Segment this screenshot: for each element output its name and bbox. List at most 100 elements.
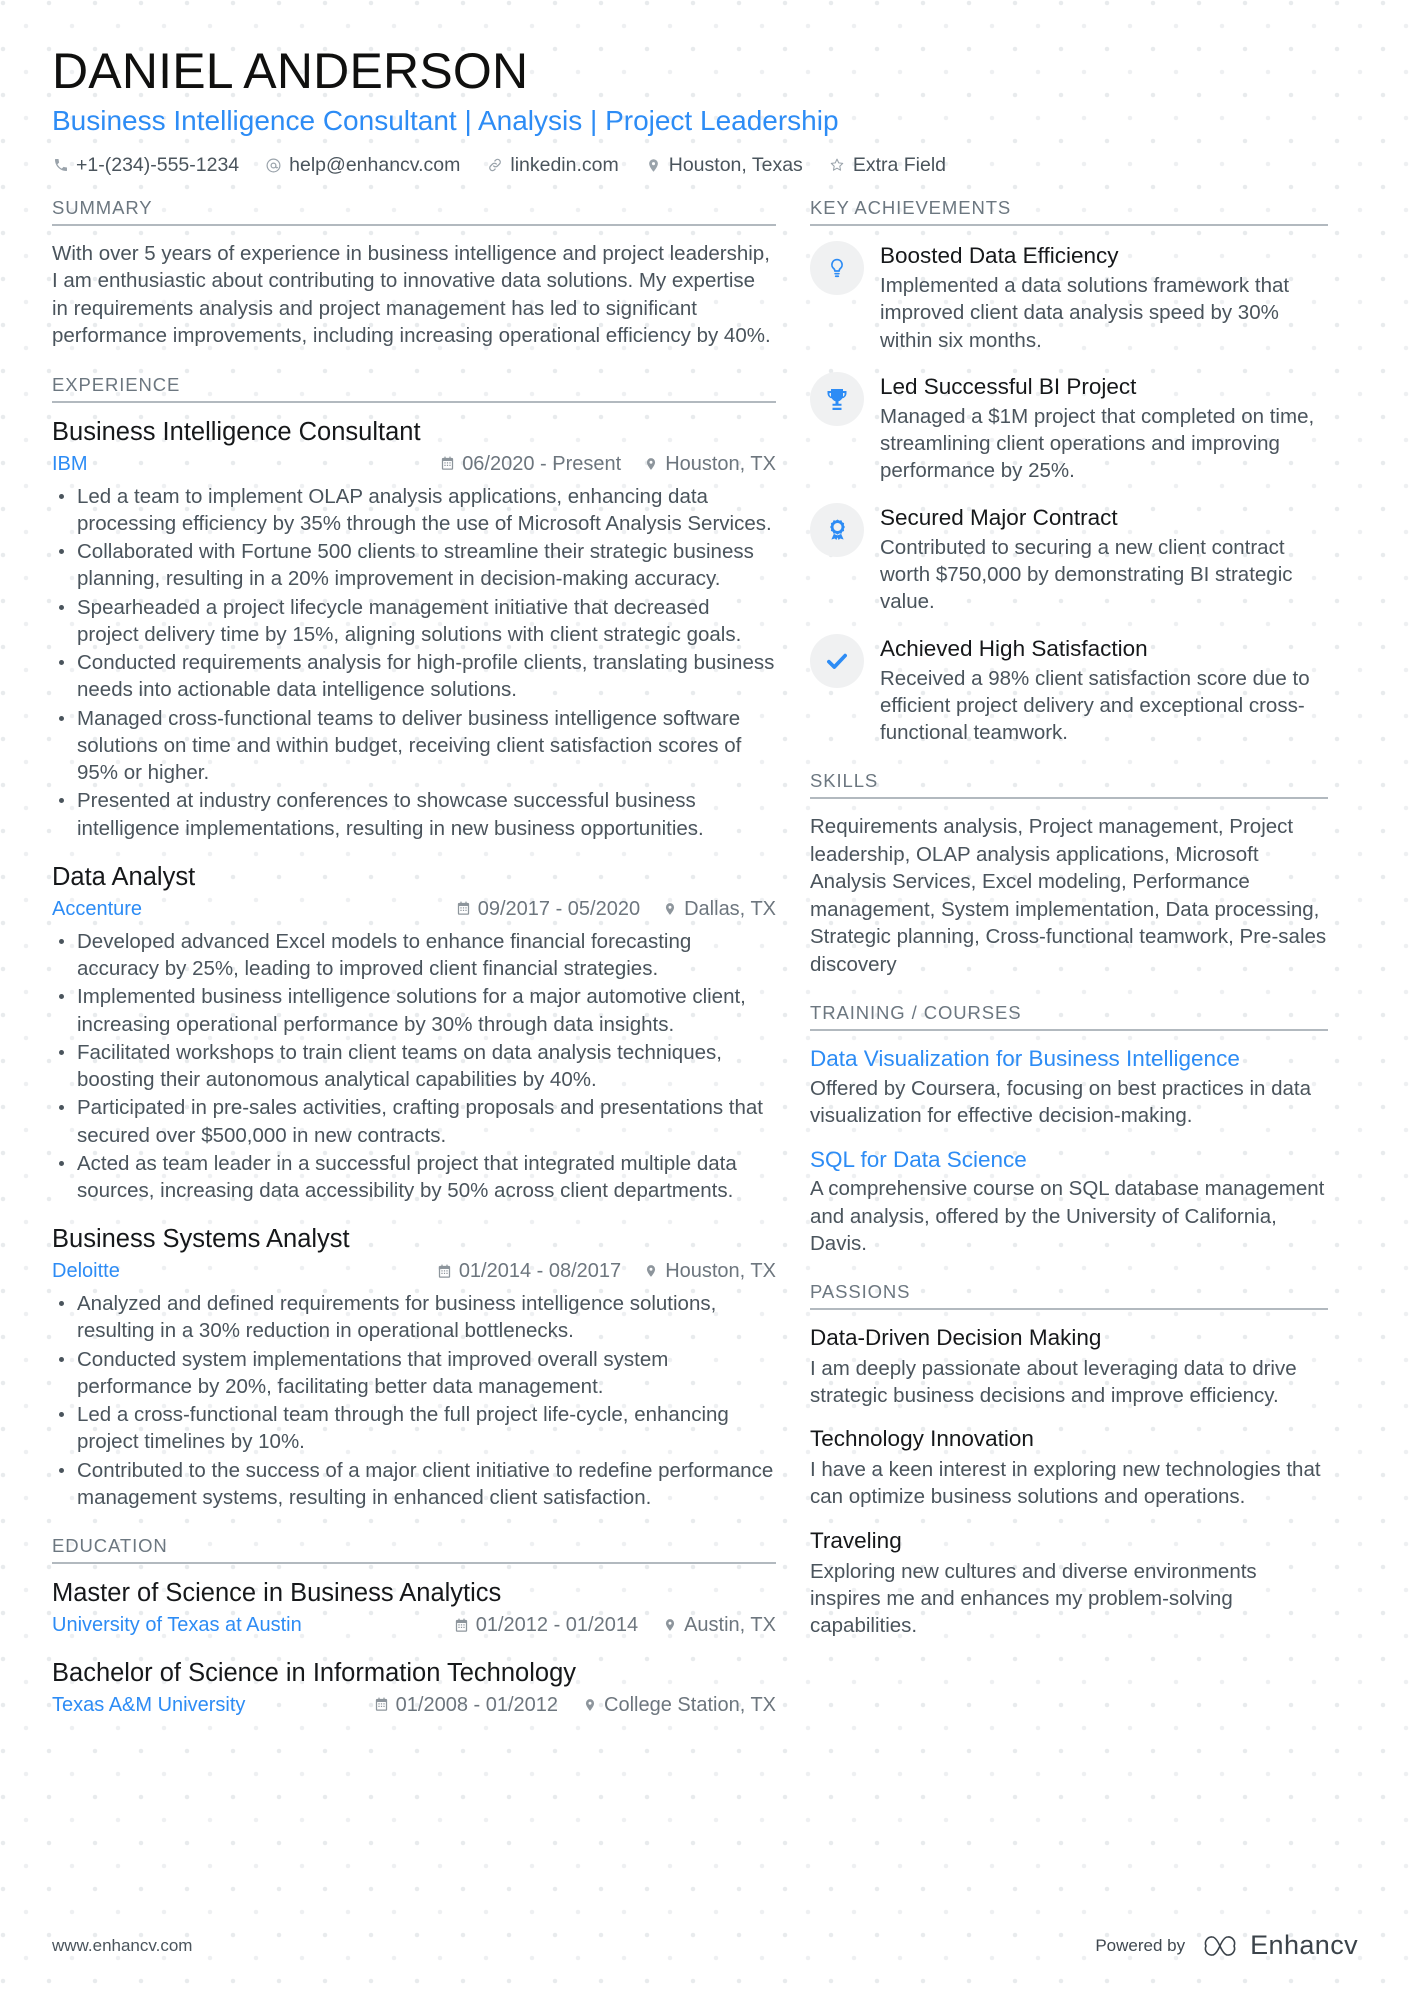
experience-location: Dallas, TX — [662, 896, 776, 922]
passion-title: Technology Innovation — [810, 1426, 1034, 1452]
education-school[interactable]: University of Texas at Austin — [52, 1612, 302, 1638]
achievement-text: Contributed to securing a new client con… — [880, 535, 1293, 614]
experience-company[interactable]: IBM — [52, 451, 88, 477]
education-meta: University of Texas at Austin 01/2012 - … — [52, 1612, 776, 1638]
bullet-item: Participated in pre-sales activities, cr… — [52, 1094, 776, 1149]
experience-meta: Accenture 09/2017 - 05/2020 Dallas, TX — [52, 896, 776, 922]
enhancv-brand-name: Enhancv — [1250, 1930, 1358, 1960]
resume-header: DANIEL ANDERSON Business Intelligence Co… — [52, 44, 1358, 177]
contact-email[interactable]: help@enhancv.com — [265, 154, 460, 177]
award-ribbon-icon — [810, 502, 864, 557]
education-location-text: College Station, TX — [604, 1693, 776, 1716]
education-location-text: Austin, TX — [684, 1614, 776, 1637]
passion-item: Technology Innovation I have a keen inte… — [810, 1425, 1328, 1510]
contact-email-text: help@enhancv.com — [289, 153, 461, 176]
calendar-icon — [456, 901, 471, 916]
calendar-icon — [454, 1618, 469, 1633]
achievement-item: Boosted Data Efficiency Implemented a da… — [810, 240, 1328, 354]
bullet-item: Acted as team leader in a successful pro… — [52, 1150, 776, 1205]
contact-linkedin[interactable]: linkedin.com — [486, 153, 619, 177]
passion-text: I am deeply passionate about leveraging … — [810, 1356, 1297, 1408]
bullet-item: Facilitated workshops to train client te… — [52, 1039, 776, 1094]
education-meta: Texas A&M University 01/2008 - 01/2012 C… — [52, 1692, 776, 1718]
education-location: Austin, TX — [662, 1612, 776, 1638]
enhancv-logo[interactable]: Enhancv — [1199, 1930, 1358, 1961]
bullet-item: Analyzed and defined requirements for bu… — [52, 1290, 776, 1345]
passion-item: Data-Driven Decision Making I am deeply … — [810, 1324, 1328, 1409]
section-heading-education: EDUCATION — [52, 1535, 776, 1565]
contact-extra-field-text: Extra Field — [852, 153, 947, 176]
bullet-item: Led a team to implement OLAP analysis ap… — [52, 483, 776, 538]
section-heading-skills: SKILLS — [810, 770, 1328, 800]
calendar-icon — [437, 1264, 452, 1279]
contact-linkedin-text: linkedin.com — [510, 153, 619, 176]
passion-title: Traveling — [810, 1527, 902, 1553]
bullet-item: Contributed to the success of a major cl… — [52, 1457, 776, 1512]
experience-dates: 01/2014 - 08/2017 — [437, 1258, 621, 1284]
training-item: Data Visualization for Business Intellig… — [810, 1045, 1328, 1129]
section-key-achievements: KEY ACHIEVEMENTS Boosted Data Efficiency… — [810, 197, 1328, 747]
calendar-icon — [440, 456, 455, 471]
experience-meta: Deloitte 01/2014 - 08/2017 Houston, TX — [52, 1258, 776, 1284]
professional-headline: Business Intelligence Consultant | Analy… — [52, 105, 839, 136]
bullet-item: Collaborated with Fortune 500 clients to… — [52, 538, 776, 593]
achievement-text: Managed a $1M project that completed on … — [880, 404, 1315, 483]
contact-location[interactable]: Houston, Texas — [645, 154, 803, 177]
resume-page: DANIEL ANDERSON Business Intelligence Co… — [0, 0, 1410, 1995]
education-entry: Bachelor of Science in Information Techn… — [52, 1658, 776, 1718]
bullet-item: Managed cross-functional teams to delive… — [52, 705, 776, 787]
bullet-item: Conducted requirements analysis for high… — [52, 649, 776, 704]
experience-location-text: Dallas, TX — [684, 897, 776, 920]
experience-job-title: Data Analyst — [52, 862, 196, 891]
section-heading-key-achievements: KEY ACHIEVEMENTS — [810, 197, 1328, 226]
training-title[interactable]: Data Visualization for Business Intellig… — [810, 1045, 1328, 1074]
section-passions: PASSIONS Data-Driven Decision Making I a… — [810, 1281, 1328, 1639]
bullet-item: Presented at industry conferences to sho… — [52, 787, 776, 842]
achievement-item: Secured Major Contract Contributed to se… — [810, 502, 1328, 616]
experience-dates-text: 06/2020 - Present — [462, 452, 622, 475]
footer-website-url[interactable]: www.enhancv.com — [52, 1936, 192, 1956]
footer-powered-by-label: Powered by — [1095, 1935, 1186, 1955]
location-pin-icon — [645, 157, 662, 174]
section-education: EDUCATION Master of Science in Business … — [52, 1535, 776, 1718]
trophy-icon — [810, 371, 864, 426]
education-school[interactable]: Texas A&M University — [52, 1692, 245, 1718]
passion-text: Exploring new cultures and diverse envir… — [810, 1559, 1257, 1638]
experience-company[interactable]: Accenture — [52, 896, 142, 922]
experience-dates-text: 01/2014 - 08/2017 — [458, 1260, 622, 1283]
right-column: KEY ACHIEVEMENTS Boosted Data Efficiency… — [810, 197, 1328, 1663]
bullet-item: Led a cross-functional team through the … — [52, 1401, 776, 1456]
achievement-item: Achieved High Satisfaction Received a 98… — [810, 633, 1328, 747]
contact-location-text: Houston, Texas — [668, 153, 803, 176]
infinity-logo-icon — [1199, 1932, 1241, 1960]
achievement-title: Boosted Data Efficiency — [880, 242, 1119, 268]
achievement-title: Achieved High Satisfaction — [880, 635, 1148, 661]
experience-entry: Business Intelligence Consultant IBM 06/… — [52, 417, 776, 842]
email-icon — [265, 157, 282, 174]
experience-meta: IBM 06/2020 - Present Houston, TX — [52, 451, 776, 477]
bullet-item: Spearheaded a project lifecycle manageme… — [52, 594, 776, 649]
skills-text: Requirements analysis, Project managemen… — [810, 815, 1327, 976]
contact-extra-field[interactable]: Extra Field — [829, 154, 946, 177]
left-column: SUMMARY With over 5 years of experience … — [52, 197, 810, 1742]
experience-company[interactable]: Deloitte — [52, 1258, 120, 1284]
location-pin-icon — [643, 456, 658, 471]
achievement-item: Led Successful BI Project Managed a $1M … — [810, 371, 1328, 485]
contact-phone[interactable]: +1-(234)-555-1234 — [52, 154, 239, 177]
experience-dates: 06/2020 - Present — [440, 451, 621, 477]
education-entry: Master of Science in Business Analytics … — [52, 1578, 776, 1638]
education-dates: 01/2012 - 01/2014 — [454, 1612, 638, 1638]
section-heading-summary: SUMMARY — [52, 197, 776, 226]
training-title[interactable]: SQL for Data Science — [810, 1146, 1328, 1175]
location-pin-icon — [643, 1264, 658, 1279]
experience-location: Houston, TX — [643, 1258, 776, 1284]
experience-location-text: Houston, TX — [665, 1260, 776, 1283]
experience-job-title: Business Systems Analyst — [52, 1225, 350, 1254]
bullet-item: Conducted system implementations that im… — [52, 1346, 776, 1401]
experience-location-text: Houston, TX — [665, 452, 776, 475]
section-training-courses: TRAINING / COURSES Data Visualization fo… — [810, 1002, 1328, 1257]
section-heading-training-courses: TRAINING / COURSES — [810, 1002, 1328, 1032]
education-dates-text: 01/2008 - 01/2012 — [395, 1693, 559, 1716]
resume-body: SUMMARY With over 5 years of experience … — [52, 197, 1358, 1742]
phone-icon — [52, 157, 69, 174]
